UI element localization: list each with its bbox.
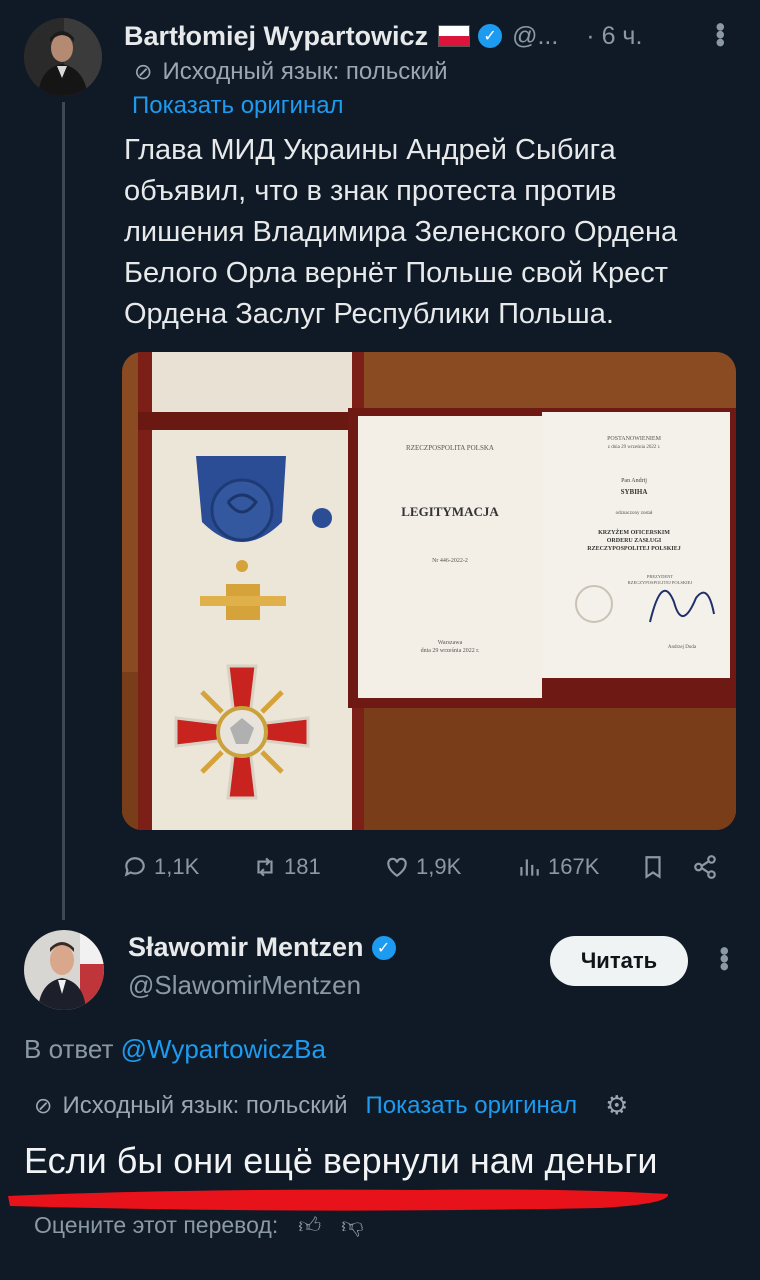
like-count: 1,9K [416,854,462,879]
thread-connector-line [62,102,65,920]
thumbs-up-icon[interactable]: 👍︎ [298,1212,321,1239]
certificate-recipient-prefix: Pan Andrij [621,478,647,484]
gear-icon[interactable]: ⚙ [605,1090,628,1121]
like-button[interactable]: 1,9K [384,854,461,880]
reply-author-display-name[interactable]: Sławomir Mentzen [128,932,364,963]
views-count: 167K [548,854,600,879]
certificate-right-date: z dnia 29 września 2022 r. [608,445,661,450]
replying-to-handle-link[interactable]: @WypartowiczBa [121,1034,326,1064]
translate-icon: ⊘ [34,1092,53,1118]
tweet-text-line: Белого Орла вернёт Польше свой Крест [124,257,669,289]
tweet-body: Глава МИД Украины Андрей Сыбига объявил,… [124,130,724,335]
replying-to: В ответ @WypartowiczBa [24,1034,326,1065]
reply-author-handle[interactable]: @SlawomirMentzen [128,970,361,1001]
reply-count: 1,1K [154,854,200,879]
tweet-more-menu-icon[interactable]: ••• [705,22,736,45]
tweet-photo[interactable]: RZECZPOSPOLITA POLSKA LEGITYMACJA Nr 446… [122,352,736,830]
poland-flag-icon [438,25,471,47]
tweet-text-line: Ордена Заслуг Республики Польша. [124,298,614,330]
certificate-award-line-3: RZECZYPOSPOLITEJ POLSKIEJ [587,546,681,552]
reply-icon [124,857,145,877]
certificate-number: Nr 446-2022-2 [432,558,468,564]
certificate-title: LEGITYMACJA [401,504,499,519]
tweet-text-line: лишения Владимира Зеленского Ордена [124,216,678,248]
tweet-timestamp[interactable]: · 6 ч. [586,22,642,51]
tweet-header: Bartłomiej Wypartowicz ✓ @... · 6 ч. [124,16,740,56]
certificate-award-line-1: KRZYŻEM OFICERSKIM [598,529,670,536]
author-display-name[interactable]: Bartłomiej Wypartowicz [124,21,428,52]
certificate-awarded: odznaczony został [616,511,653,516]
author-handle[interactable]: @... [512,22,558,51]
reply-more-menu-icon[interactable]: ••• [709,946,740,969]
reply-author-avatar-image [24,930,104,1010]
show-original-link[interactable]: Показать оригинал [132,92,344,120]
translate-icon: ⊘ [134,59,153,84]
reply-translated-text: Если бы они ещё вернули нам деньги [24,1140,658,1181]
author-avatar[interactable] [24,18,102,96]
certificate-place: Warszawa [438,640,463,646]
author-avatar-image [24,18,102,96]
translation-info: ⊘ Исходный язык: польский [134,58,448,86]
reply-author-name-row: Sławomir Mentzen ✓ [128,932,396,963]
thumbs-down-icon[interactable]: 👎︎ [341,1212,363,1239]
certificate-recipient-name: SYBIHA [621,488,648,496]
certificate-date: dnia 29 września 2022 r. [421,648,480,654]
certificate-award-line-2: ORDERU ZASŁUGI [607,538,662,544]
views-chart-icon [520,859,539,876]
reply-author-avatar[interactable] [24,930,104,1010]
repost-button[interactable]: 181 [252,854,321,880]
bookmark-button[interactable] [640,854,666,880]
medal-and-certificate-image: RZECZPOSPOLITA POLSKA LEGITYMACJA Nr 446… [122,352,736,830]
certificate-president-line-1: PREZYDENT [647,574,673,579]
tweet-text-line: Глава МИД Украины Андрей Сыбига [124,134,616,166]
certificate-president-line-2: RZECZYPOSPOLITEJ POLSKIEJ [628,580,693,585]
repost-icon [257,857,273,877]
verified-badge-icon[interactable]: ✓ [371,935,396,960]
repost-count: 181 [284,854,321,879]
heart-icon [387,857,407,877]
reply-source-language-label: Исходный язык: польский [62,1091,348,1119]
bookmark-icon [645,856,661,879]
follow-button[interactable]: Читать [550,936,688,986]
tweet-text-line: объявил, что в знак протеста против [124,175,617,207]
replying-to-prefix: В ответ [24,1034,114,1064]
certificate-signature-name: Andrzej Duda [668,645,697,650]
tweet-action-bar: 1,1K 181 1,9K 167K [122,848,732,888]
rate-translation-row: Оцените этот перевод: 👍︎ 👎︎ [34,1212,364,1239]
reply-button[interactable]: 1,1K [122,854,199,880]
certificate-right-header: POSTANOWIENIEM [607,436,662,442]
views-button[interactable]: 167K [516,854,599,880]
reply-show-original-link[interactable]: Показать оригинал [366,1092,578,1120]
verified-badge-icon[interactable]: ✓ [478,24,503,48]
source-language-label: Исходный язык: польский [162,58,448,85]
certificate-left-header: RZECZPOSPOLITA POLSKA [406,444,494,452]
share-button[interactable] [692,854,718,880]
rate-translation-label: Оцените этот перевод: [34,1212,279,1238]
share-icon [694,855,716,879]
reply-translation-info: ⊘ Исходный язык: польский Показать ориги… [34,1090,628,1121]
